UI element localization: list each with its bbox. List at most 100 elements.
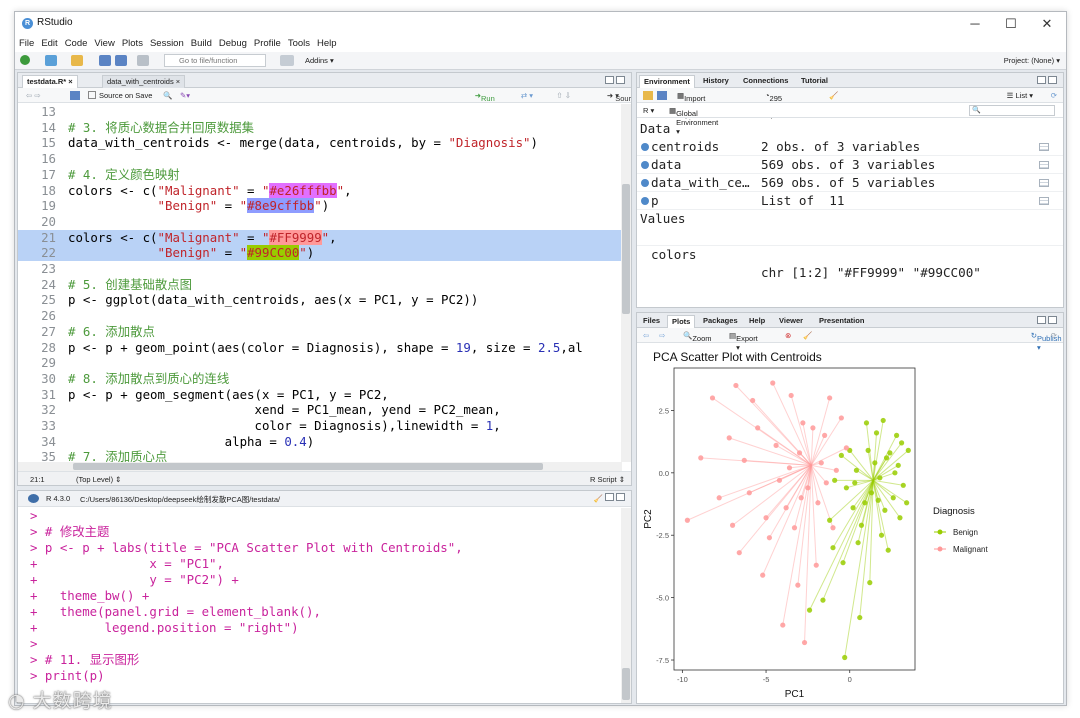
inspect-icon[interactable] <box>1039 197 1049 205</box>
env-data-row[interactable]: data_with_ce… 569 obs. of 5 variables <box>637 174 1063 192</box>
close-button[interactable]: ✕ <box>1032 14 1062 34</box>
code-line[interactable]: 26 <box>18 308 622 324</box>
code-line[interactable]: 23 <box>18 261 622 277</box>
print-icon[interactable] <box>137 55 149 66</box>
import-dataset-button[interactable]: ▦ Import Dataset ▾ <box>677 91 710 121</box>
code-line[interactable]: 16 <box>18 151 622 167</box>
tab-environment[interactable]: Environment <box>639 75 695 88</box>
publish-button[interactable]: ↻ Publish ▾ <box>1031 331 1062 352</box>
memory-usage[interactable]: ◔ 295 MiB ▾ <box>765 91 782 121</box>
env-data-row[interactable]: centroids 2 obs. of 3 variables <box>637 138 1063 156</box>
tab-data-with-centroids[interactable]: data_with_centroids × <box>102 75 186 88</box>
source-button[interactable]: ➜ Source ▾ <box>607 91 631 103</box>
save-icon[interactable] <box>99 55 111 66</box>
refresh-plot-icon[interactable]: ⟳ <box>1051 331 1057 340</box>
console-scrollbar[interactable] <box>621 508 631 703</box>
menu-profile[interactable]: Profile <box>250 36 284 49</box>
save-workspace-icon[interactable] <box>657 91 667 100</box>
open-file-icon[interactable] <box>71 55 83 66</box>
tab-testdata[interactable]: testdata.R* × <box>22 75 78 88</box>
broom-icon[interactable]: 🧹 <box>829 91 838 100</box>
expand-icon[interactable] <box>641 161 649 169</box>
maximize-button[interactable]: ☐ <box>996 14 1026 34</box>
addins-menu[interactable]: Addins ▾ <box>305 56 334 65</box>
language-select[interactable]: R ▾ <box>643 106 654 115</box>
code-line[interactable]: 33 color = Diagnosis),linewidth = 1, <box>18 418 622 434</box>
tab-help[interactable]: Help <box>745 315 769 328</box>
code-line[interactable]: 25 p <- ggplot(data_with_centroids, aes(x… <box>18 292 622 308</box>
menu-tools[interactable]: Tools <box>284 36 313 49</box>
code-line[interactable]: 30 # 8. 添加散点到质心的连线 <box>18 371 622 387</box>
plots-window-controls[interactable] <box>1035 316 1059 325</box>
minimize-button[interactable]: ─ <box>960 14 990 34</box>
scope-select[interactable]: ▦ Global Environment ▾ <box>669 106 718 136</box>
expand-icon[interactable] <box>641 197 649 205</box>
tab-tutorial[interactable]: Tutorial <box>797 75 832 88</box>
code-line[interactable]: 19 "Benign" = "#8e9cffbb") <box>18 198 622 214</box>
expand-icon[interactable] <box>641 143 649 151</box>
up-down-icon[interactable]: ⇧ ⇩ <box>556 91 571 100</box>
code-line[interactable]: 17 # 4. 定义颜色映射 <box>18 167 622 183</box>
workspace-panes-icon[interactable] <box>280 55 294 66</box>
view-data-icon[interactable] <box>1039 143 1049 151</box>
tab-viewer[interactable]: Viewer <box>775 315 807 328</box>
code-line[interactable]: 27 # 6. 添加散点 <box>18 324 622 340</box>
save-file-icon[interactable] <box>70 91 80 100</box>
next-plot-icon[interactable]: ⇨ <box>659 331 665 340</box>
menu-session[interactable]: Session <box>146 36 187 49</box>
clear-console-icon[interactable]: 🧹 <box>594 494 603 503</box>
code-line[interactable]: 35 # 7. 添加质心点 <box>18 449 622 462</box>
view-data-icon[interactable] <box>1039 161 1049 169</box>
expand-icon[interactable] <box>641 179 649 187</box>
tab-files[interactable]: Files <box>639 315 664 328</box>
menu-view[interactable]: View <box>90 36 117 49</box>
new-file-icon[interactable] <box>20 55 30 65</box>
zoom-button[interactable]: 🔍 Zoom <box>683 331 712 343</box>
menu-build[interactable]: Build <box>187 36 215 49</box>
editor-vertical-scrollbar[interactable] <box>621 104 631 462</box>
pane-window-controls[interactable] <box>603 76 627 85</box>
back-forward-icon[interactable]: ⇦ ⇨ <box>26 91 41 100</box>
menu-plots[interactable]: Plots <box>118 36 146 49</box>
code-line[interactable]: 18 colors <- c("Malignant" = "#e26fffbb", <box>18 182 622 199</box>
code-area[interactable]: 13 14 # 3. 将质心数据合并回原数据集 15 data_with_centroi… <box>18 104 622 462</box>
console-window-controls[interactable] <box>603 493 627 502</box>
tab-plots[interactable]: Plots <box>667 315 696 328</box>
tab-history[interactable]: History <box>699 75 733 88</box>
export-button[interactable]: ▤ Export ▾ <box>729 331 758 352</box>
goto-file-input[interactable]: Go to file/function <box>164 54 266 67</box>
clear-plots-icon[interactable]: 🧹 <box>803 331 812 340</box>
prev-plot-icon[interactable]: ⇦ <box>643 331 649 340</box>
view-mode-list[interactable]: ☰ List ▾ <box>1007 91 1033 100</box>
menu-edit[interactable]: Edit <box>37 36 60 49</box>
load-workspace-icon[interactable] <box>643 91 653 100</box>
code-line[interactable]: 15 data_with_centroids <- merge(data, cen… <box>18 135 622 151</box>
environment-search-input[interactable]: 🔍 <box>969 105 1055 116</box>
code-line[interactable]: 24 # 5. 创建基础散点图 <box>18 277 622 293</box>
tab-packages[interactable]: Packages <box>699 315 742 328</box>
editor-horizontal-scrollbar[interactable] <box>18 462 622 471</box>
run-button[interactable]: ➜ Run <box>475 91 495 103</box>
scope-indicator[interactable]: (Top Level) ⇕ <box>76 475 121 484</box>
wand-icon[interactable]: ✎▾ <box>180 91 190 100</box>
save-all-icon[interactable] <box>115 55 127 66</box>
code-line[interactable]: 34 alpha = 0.4) <box>18 434 622 450</box>
new-project-icon[interactable] <box>45 55 57 66</box>
project-menu[interactable]: Project: (None) ▾ <box>1004 56 1060 65</box>
code-line[interactable]: 13 <box>18 104 622 120</box>
code-line[interactable]: 22 "Benign" = "#99CC00") <box>18 245 622 261</box>
console-working-dir[interactable]: C:/Users/86136/Desktop/deepseek绘制发散PCA图/… <box>80 494 280 505</box>
menu-help[interactable]: Help <box>313 36 340 49</box>
remove-plot-icon[interactable]: ⊗ <box>785 331 791 340</box>
code-line[interactable]: 21 colors <- c("Malignant" = "#FF9999", <box>18 229 622 246</box>
rerun-icon[interactable]: ⇄ ▾ <box>521 91 533 100</box>
code-line[interactable]: 31 p <- p + geom_segment(aes(x = PC1, y =… <box>18 387 622 403</box>
refresh-icon[interactable]: ⟳ <box>1051 91 1057 100</box>
env-data-row[interactable]: p List of 11 <box>637 192 1063 210</box>
menu-debug[interactable]: Debug <box>215 36 250 49</box>
tab-connections[interactable]: Connections <box>739 75 792 88</box>
menu-code[interactable]: Code <box>61 36 91 49</box>
code-line[interactable]: 32 xend = PC1_mean, yend = PC2_mean, <box>18 402 622 418</box>
console-output[interactable]: > > # 修改主题 > p <- p + labs(title = "PCA S… <box>18 508 631 684</box>
search-icon[interactable]: 🔍 <box>163 91 172 100</box>
